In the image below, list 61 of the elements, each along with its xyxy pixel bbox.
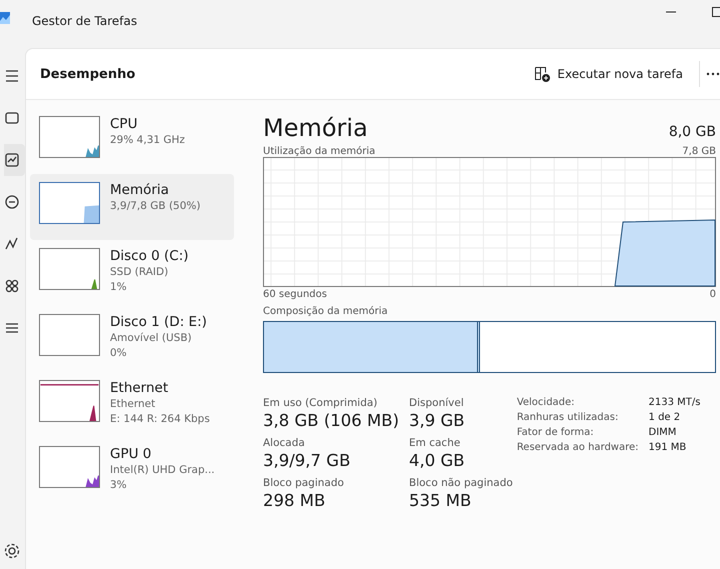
limit-line	[40, 384, 99, 386]
device-item[interactable]: Disco 0 (C:) SSD (RAID) 1%	[30, 240, 234, 306]
usage-thumbnail	[39, 314, 100, 356]
device-info: 3,9/7,8 GB (50%)	[110, 199, 200, 214]
device-info: 3%	[110, 478, 128, 493]
stat-value: 3,8 GB (106 MB)	[263, 410, 400, 432]
graph-label: Utilização da memória	[263, 146, 376, 157]
device-item[interactable]: CPU 29% 4,31 GHz	[30, 108, 234, 174]
stat-label: Em uso (Comprimida)	[263, 397, 378, 409]
stat-value: 298 MB	[263, 490, 326, 512]
device-item[interactable]: Ethernet Ethernet E: 144 R: 264 Kbps	[30, 372, 234, 438]
device-info: 1%	[110, 280, 128, 295]
stat-label: Bloco não paginado	[409, 477, 513, 489]
device-item[interactable]: GPU 0 Intel(R) UHD Grap... 3%	[30, 438, 234, 504]
device-info: E: 144 R: 264 Kbps	[110, 412, 210, 427]
device-item[interactable]: Memória 3,9/7,8 GB (50%)	[30, 174, 234, 240]
stat-value: 535 MB	[409, 490, 472, 512]
composition-label: Composição da memória	[263, 306, 389, 317]
device-name: Memória	[110, 182, 170, 199]
time-span-label: 60 segundos	[263, 289, 327, 300]
run-task-button[interactable]: Executar nova tarefa	[528, 62, 689, 86]
window-title: Gestor de Tarefas	[32, 14, 138, 28]
device-name: Disco 1 (D: E:)	[110, 314, 207, 331]
total-memory: 8,0 GB	[668, 124, 716, 140]
property-value: DIMM	[648, 427, 678, 438]
nav-button[interactable]	[4, 144, 25, 176]
users-icon	[3, 277, 21, 295]
stat-value: 3,9/9,7 GB	[263, 450, 352, 472]
property-value: 191 MB	[648, 442, 688, 453]
device-name: GPU 0	[110, 446, 152, 463]
device-info: Intel(R) UHD Grap...	[110, 463, 215, 478]
property-label: Reservada ao hardware:	[516, 442, 639, 453]
graph-max: 7,8 GB	[682, 146, 716, 157]
property-value: 1 de 2	[648, 412, 682, 423]
maximize-icon	[712, 7, 720, 17]
device-name: Disco 0 (C:)	[110, 248, 189, 265]
device-name: Ethernet	[110, 380, 170, 397]
page-title: Desempenho	[40, 66, 136, 82]
device-info: Amovível (USB)	[110, 331, 193, 346]
property-label: Velocidade:	[516, 397, 576, 408]
property-value: 2133 MT/s	[648, 397, 700, 408]
stat-label: Em cache	[409, 437, 462, 449]
property-label: Fator de forma:	[516, 427, 595, 438]
stat-value: 4,0 GB	[409, 450, 466, 472]
device-info: 29% 4,31 GHz	[110, 133, 185, 148]
new-task-icon	[534, 66, 550, 82]
device-info: 0%	[110, 346, 128, 361]
device-item[interactable]: Disco 1 (D: E:) Amovível (USB) 0%	[30, 306, 234, 372]
settings-icon[interactable]	[3, 542, 21, 560]
device-info: Ethernet	[110, 397, 156, 412]
stat-label: Bloco paginado	[263, 477, 345, 489]
stat-value: 3,9 GB	[409, 410, 466, 432]
detail-title: Memória	[263, 114, 368, 142]
app-logo-icon	[0, 12, 10, 24]
property-label: Ranhuras utilizadas:	[516, 412, 620, 423]
performance-chart-icon	[3, 151, 21, 169]
device-info: SSD (RAID)	[110, 265, 170, 280]
stat-label: Disponível	[409, 397, 465, 409]
stat-label: Alocada	[263, 437, 306, 449]
time-end-label: 0	[710, 289, 716, 300]
device-name: CPU	[110, 116, 138, 133]
